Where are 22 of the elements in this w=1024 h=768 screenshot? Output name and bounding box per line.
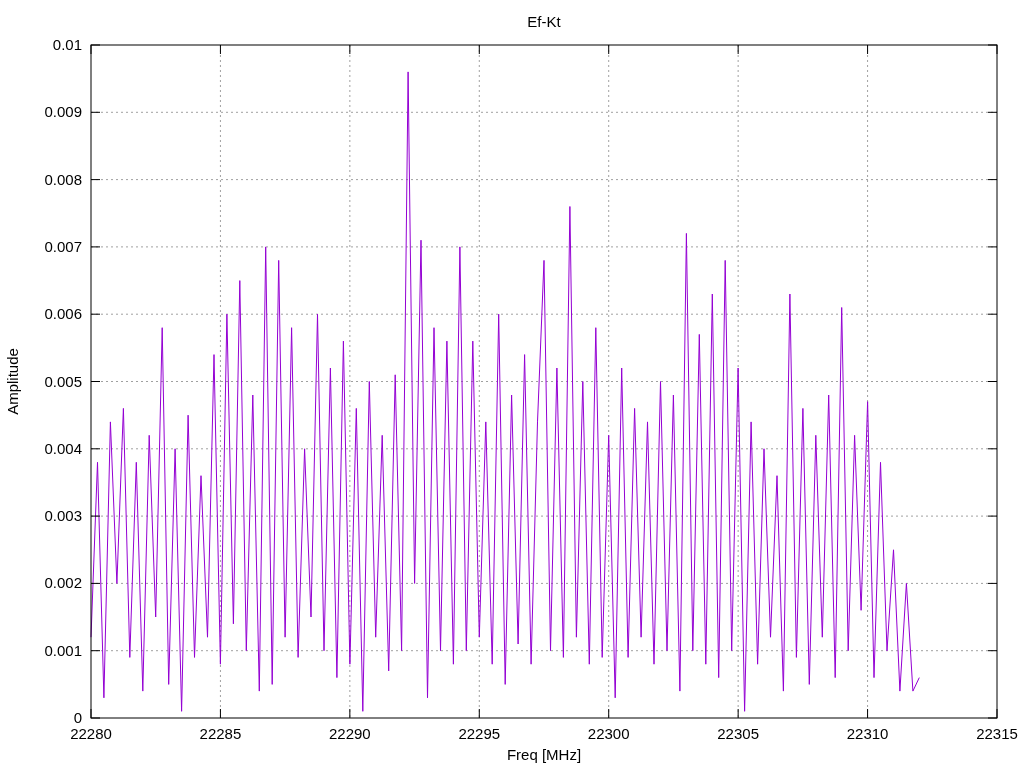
axis-label: Amplitude	[4, 348, 21, 415]
tick-label: 0.006	[44, 305, 82, 323]
tick-label: 22315	[976, 725, 1018, 742]
tick-label: 0	[73, 709, 82, 726]
tick-label: 22285	[199, 725, 242, 742]
tick-label: 22295	[458, 725, 501, 742]
tick-label: 0.01	[52, 36, 82, 53]
tick-label: 0.001	[44, 641, 82, 659]
tick-label: 0.005	[44, 372, 82, 390]
tick-label: 22280	[70, 725, 112, 742]
chart-title: Ef-Kt	[527, 13, 561, 30]
tick-label: 0.008	[44, 170, 82, 188]
axis-label: Freq [MHz]	[506, 746, 582, 763]
tick-label: 0.009	[44, 103, 82, 121]
tick-label: 22305	[717, 725, 759, 742]
tick-label: 0.004	[44, 439, 82, 457]
tick-label: 22310	[846, 725, 889, 742]
tick-label: 0.002	[44, 574, 82, 592]
tick-label: 0.007	[44, 237, 82, 255]
tick-label: 22290	[329, 725, 371, 742]
tick-label: 0.003	[44, 507, 82, 525]
tick-label: 22300	[587, 725, 630, 742]
